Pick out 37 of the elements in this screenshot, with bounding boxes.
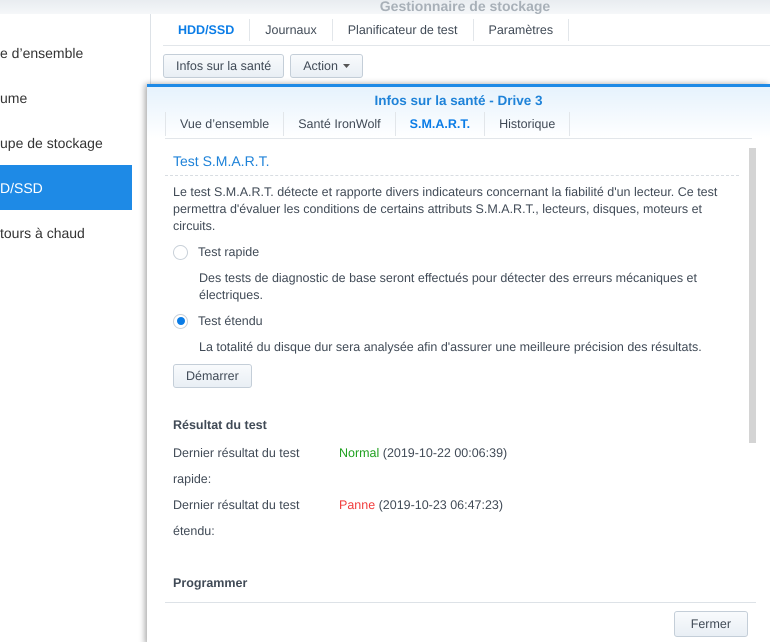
start-button[interactable]: Démarrer [173, 364, 252, 388]
result-time: (2019-10-23 06:47:23) [378, 498, 504, 512]
result-label: Dernier résultat du test rapide: [173, 445, 300, 488]
result-status: Normal [339, 446, 380, 460]
tab[interactable]: HDD/SSD [163, 19, 250, 41]
description: Le test S.M.A.R.T. détecte et rapporte divers indicateurs concernant la fiabilité d'un lecteur. Ce test permettra d'évaluer les conditions de certains attributs S.M.A.R.T., lecteurs, disques, moteurs et circuits. [172, 184, 718, 235]
option-label: Test étendu [198, 314, 263, 328]
window-title: Gestionnaire de stockage [380, 0, 550, 14]
sidebar-item[interactable]: upe de stockage [0, 120, 132, 165]
radio-button[interactable] [173, 244, 188, 260]
result-status: Panne [339, 498, 376, 512]
section-heading: Résultat du test [172, 418, 268, 432]
option-description: La totalité du disque dur sera analysée afin d'assurer une meilleure précision des résultats. [198, 339, 703, 356]
sidebar-item[interactable]: tours à chaud [0, 210, 132, 255]
action-menu-button[interactable]: Action [290, 54, 363, 78]
toolbar-button[interactable]: Infos sur la santé [163, 54, 284, 78]
tab[interactable]: Journaux [250, 19, 333, 41]
section-title: Test S.M.A.R.T. [165, 148, 739, 176]
caret-icon [342, 64, 350, 68]
result-label: Dernier résultat du test étendu: [173, 497, 300, 540]
tab[interactable]: Vue d’ensemble [165, 112, 284, 136]
tab[interactable]: Paramètres [474, 19, 570, 41]
dialog-title: Infos sur la santé - Drive 3 [373, 93, 544, 108]
section-heading: Programmer [172, 576, 248, 590]
option-label: Test rapide [198, 245, 260, 259]
tab[interactable]: Planificateur de test [332, 19, 474, 41]
close-button[interactable]: Fermer [674, 611, 748, 637]
tab[interactable]: Historique [484, 112, 570, 136]
tab[interactable]: S.M.A.R.T. [394, 112, 484, 136]
option-description: Des tests de diagnostic de base seront effectués pour détecter des erreurs mécaniques et électriques. [198, 270, 698, 304]
tab[interactable]: Santé IronWolf [283, 112, 395, 136]
sidebar-item[interactable]: D/SSD [0, 165, 132, 210]
scrollbar-thumb[interactable] [749, 148, 756, 443]
sidebar-item[interactable]: e d’ensemble [0, 30, 132, 75]
result-time: (2019-10-22 00:06:39) [382, 446, 508, 460]
sidebar-item[interactable]: ume [0, 75, 132, 120]
radio-button[interactable] [173, 314, 188, 328]
